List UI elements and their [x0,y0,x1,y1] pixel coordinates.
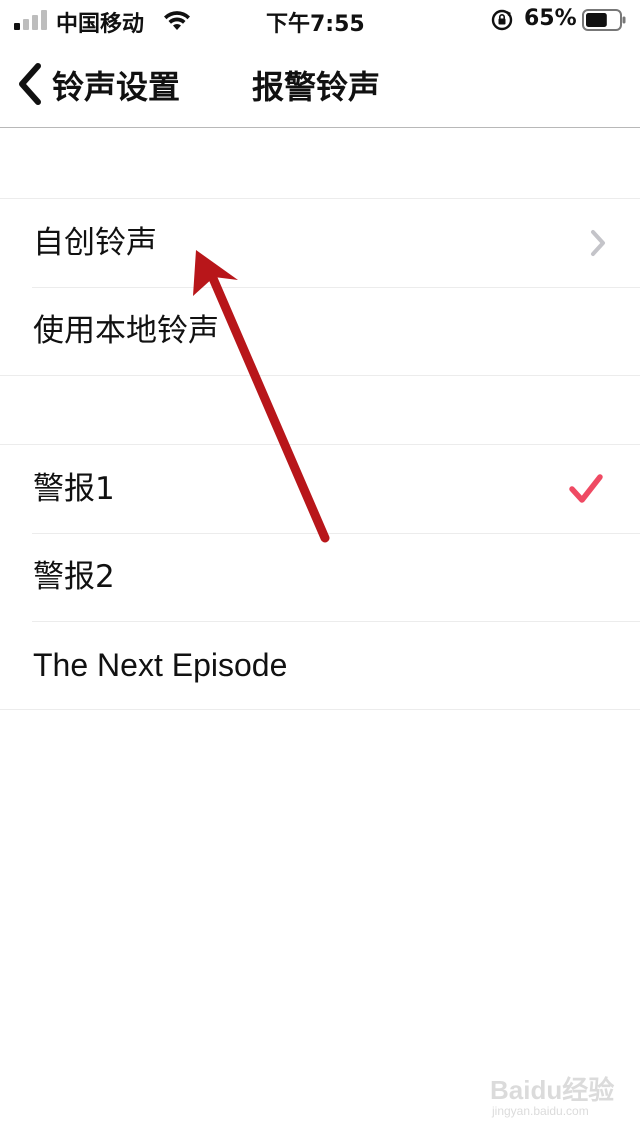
list-item-alarm-2[interactable]: 警报2 [0,533,640,621]
status-time: 下午7:55 [266,12,365,37]
rotation-lock-icon [491,9,513,31]
watermark: Baidu经验 jingyan.baidu.com [490,1064,620,1124]
list-item-label: 使用本地铃声 [33,313,219,349]
back-button[interactable]: 铃声设置 [52,62,180,108]
list-item-label: 自创铃声 [33,225,157,261]
back-chevron-icon[interactable] [14,60,46,108]
alarm-ringtone-list: 警报1 警报2 The Next Episode [0,444,640,710]
status-bar: 中国移动 下午7:55 65% [0,0,640,40]
page-title: 报警铃声 [252,68,381,106]
cellular-signal-icon [14,10,47,30]
list-item-custom-ringtone[interactable]: 自创铃声 [0,199,640,287]
chevron-right-icon [591,230,605,256]
wifi-icon [164,11,190,30]
list-item-local-ringtone[interactable]: 使用本地铃声 [0,287,640,375]
battery-icon [582,9,626,31]
battery-percent: 65% [524,6,577,31]
list-item-label: 警报2 [33,559,115,595]
list-item-label: The Next Episode [33,647,288,683]
watermark-sub: jingyan.baidu.com [492,1104,589,1118]
list-item-the-next-episode[interactable]: The Next Episode [0,621,640,709]
navigation-bar: 铃声设置 报警铃声 [0,40,640,128]
list-item-label: 警报1 [33,471,115,507]
list-item-alarm-1[interactable]: 警报1 [0,445,640,533]
carrier-name: 中国移动 [56,12,145,37]
custom-ringtone-group: 自创铃声 使用本地铃声 [0,198,640,376]
checkmark-icon [569,474,603,503]
watermark-main: Baidu经验 [490,1075,615,1105]
